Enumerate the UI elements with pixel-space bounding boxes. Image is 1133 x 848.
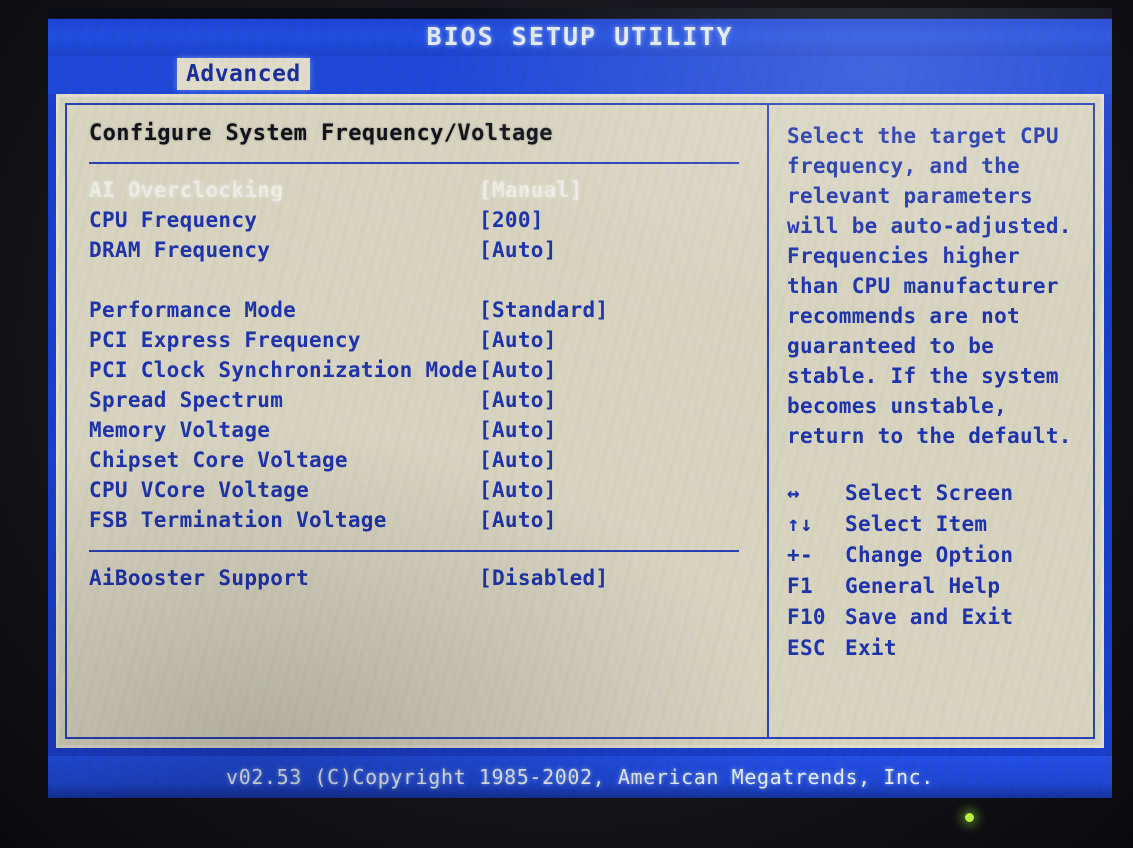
key-legend-label: Select Screen xyxy=(845,481,1014,505)
option-row-cpu-vcore-voltage[interactable]: CPU VCore Voltage [Auto] xyxy=(89,478,767,508)
option-row-cpu-frequency[interactable]: CPU Frequency [200] xyxy=(89,208,767,238)
panel-vertical-divider xyxy=(767,105,769,737)
tab-advanced[interactable]: Advanced xyxy=(177,58,310,90)
help-text-line: recommends are not xyxy=(787,304,1020,328)
help-text-line: guaranteed to be xyxy=(787,334,995,358)
group-divider xyxy=(89,550,739,552)
option-label: DRAM Frequency xyxy=(89,238,271,262)
help-text-line: Select the target CPU xyxy=(787,124,1059,148)
option-label: AI Overclocking xyxy=(89,178,284,202)
key-legend-label: Exit xyxy=(845,636,897,660)
option-row-memory-voltage[interactable]: Memory Voltage [Auto] xyxy=(89,418,767,448)
option-label: Performance Mode xyxy=(89,298,297,322)
help-text-line: return to the default. xyxy=(787,424,1072,448)
help-text-line: stable. If the system xyxy=(787,364,1059,388)
footer-bar: v02.53 (C)Copyright 1985-2002, American … xyxy=(48,756,1112,798)
option-label: AiBooster Support xyxy=(89,566,310,590)
key-legend-row: ↑↓ Select Item xyxy=(787,512,1083,543)
option-row-chipset-core-voltage[interactable]: Chipset Core Voltage [Auto] xyxy=(89,448,767,478)
key-legend-label: Change Option xyxy=(845,543,1014,567)
key-legend: ↔ Select Screen ↑↓ Select Item +- Change… xyxy=(787,481,1083,667)
option-label: PCI Express Frequency xyxy=(89,328,361,352)
key-legend-row: +- Change Option xyxy=(787,543,1083,574)
option-label: Chipset Core Voltage xyxy=(89,448,348,472)
help-text-line: frequency, and the xyxy=(787,154,1020,178)
title-bar: BIOS SETUP UTILITY xyxy=(48,8,1112,56)
option-row-performance-mode[interactable]: Performance Mode [Standard] xyxy=(89,298,767,328)
help-text-line: becomes unstable, xyxy=(787,394,1008,418)
option-label: Memory Voltage xyxy=(89,418,271,442)
help-text-line: will be auto-adjusted. xyxy=(787,214,1072,238)
option-group-frequency: AI Overclocking [Manual] CPU Frequency [… xyxy=(89,178,767,268)
option-label: CPU Frequency xyxy=(89,208,258,232)
key-legend-label: Select Item xyxy=(845,512,988,536)
key-legend-label: General Help xyxy=(845,574,1001,598)
power-led-indicator xyxy=(965,813,974,822)
option-value[interactable]: [Auto] xyxy=(479,328,557,352)
option-group-aibooster: AiBooster Support [Disabled] xyxy=(89,566,767,596)
esc-key: ESC xyxy=(787,636,826,660)
help-text: Select the target CPU frequency, and the… xyxy=(787,121,1083,451)
up-down-arrow-icon: ↑↓ xyxy=(787,512,813,536)
option-row-dram-frequency[interactable]: DRAM Frequency [Auto] xyxy=(89,238,767,268)
heading-divider xyxy=(89,162,739,164)
f1-key: F1 xyxy=(787,574,813,598)
option-label: CPU VCore Voltage xyxy=(89,478,310,502)
left-right-arrow-icon: ↔ xyxy=(787,481,800,505)
help-panel: Select the target CPU frequency, and the… xyxy=(767,105,1093,737)
option-label: PCI Clock Synchronization Mode xyxy=(89,358,478,382)
page-title: BIOS SETUP UTILITY xyxy=(426,21,734,51)
key-legend-row: F1 General Help xyxy=(787,574,1083,605)
content-frame: Configure System Frequency/Voltage AI Ov… xyxy=(56,94,1104,748)
option-value[interactable]: [Auto] xyxy=(479,388,557,412)
option-value[interactable]: [Disabled] xyxy=(479,566,608,590)
key-legend-label: Save and Exit xyxy=(845,605,1014,629)
f10-key: F10 xyxy=(787,605,826,629)
help-text-line: relevant parameters xyxy=(787,184,1033,208)
bios-screen: BIOS SETUP UTILITY Advanced Configure Sy… xyxy=(48,8,1112,798)
help-text-line: Frequencies higher xyxy=(787,244,1020,268)
option-label: FSB Termination Voltage xyxy=(89,508,387,532)
menu-tab-strip[interactable]: Advanced xyxy=(48,56,1112,94)
key-legend-row: F10 Save and Exit xyxy=(787,605,1083,636)
option-row-pci-express-frequency[interactable]: PCI Express Frequency [Auto] xyxy=(89,328,767,358)
settings-panel: Configure System Frequency/Voltage AI Ov… xyxy=(67,105,769,737)
option-value[interactable]: [Auto] xyxy=(479,238,557,262)
option-value[interactable]: [Auto] xyxy=(479,478,557,502)
key-legend-row: ESC Exit xyxy=(787,636,1083,667)
copyright-text: v02.53 (C)Copyright 1985-2002, American … xyxy=(226,765,934,789)
option-row-aibooster-support[interactable]: AiBooster Support [Disabled] xyxy=(89,566,767,596)
help-text-line: than CPU manufacturer xyxy=(787,274,1059,298)
option-group-voltage: Performance Mode [Standard] PCI Express … xyxy=(89,298,767,538)
option-value[interactable]: [Manual] xyxy=(479,178,583,202)
option-row-ai-overclocking[interactable]: AI Overclocking [Manual] xyxy=(89,178,767,208)
option-value[interactable]: [200] xyxy=(479,208,544,232)
option-value[interactable]: [Auto] xyxy=(479,508,557,532)
key-legend-row: ↔ Select Screen xyxy=(787,481,1083,512)
option-row-spread-spectrum[interactable]: Spread Spectrum [Auto] xyxy=(89,388,767,418)
option-value[interactable]: [Auto] xyxy=(479,448,557,472)
plus-minus-icon: +- xyxy=(787,543,813,567)
option-value[interactable]: [Auto] xyxy=(479,418,557,442)
option-label: Spread Spectrum xyxy=(89,388,284,412)
option-row-pci-clock-synchronization-mode[interactable]: PCI Clock Synchronization Mode [Auto] xyxy=(89,358,767,388)
option-value[interactable]: [Auto] xyxy=(479,358,557,382)
content-inner: Configure System Frequency/Voltage AI Ov… xyxy=(65,103,1095,739)
option-row-fsb-termination-voltage[interactable]: FSB Termination Voltage [Auto] xyxy=(89,508,767,538)
section-heading: Configure System Frequency/Voltage xyxy=(89,121,553,146)
bios-setup-screenshot: BIOS SETUP UTILITY Advanced Configure Sy… xyxy=(0,0,1133,848)
option-value[interactable]: [Standard] xyxy=(479,298,608,322)
